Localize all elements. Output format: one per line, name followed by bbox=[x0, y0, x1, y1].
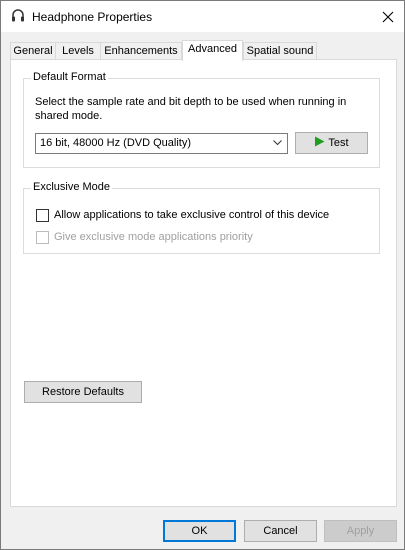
allow-exclusive-control-checkbox[interactable] bbox=[36, 209, 49, 222]
allow-exclusive-control-label[interactable]: Allow applications to take exclusive con… bbox=[54, 208, 329, 222]
default-format-label: Default Format bbox=[31, 71, 108, 83]
tab-spatial-sound[interactable]: Spatial sound bbox=[243, 42, 317, 60]
advanced-tab-panel: Default Format Select the sample rate an… bbox=[10, 59, 397, 507]
chevron-down-icon bbox=[273, 140, 282, 146]
restore-defaults-button[interactable]: Restore Defaults bbox=[24, 381, 142, 403]
default-format-group: Default Format Select the sample rate an… bbox=[23, 71, 380, 168]
apply-button[interactable]: Apply bbox=[324, 520, 397, 542]
cancel-button[interactable]: Cancel bbox=[244, 520, 317, 542]
exclusive-priority-checkbox[interactable] bbox=[36, 231, 49, 244]
headphone-icon bbox=[10, 8, 26, 24]
exclusive-mode-label: Exclusive Mode bbox=[31, 181, 113, 193]
play-icon bbox=[315, 136, 325, 147]
window-title: Headphone Properties bbox=[32, 10, 153, 24]
tab-enhancements[interactable]: Enhancements bbox=[100, 42, 182, 60]
tab-advanced[interactable]: Advanced bbox=[182, 40, 243, 61]
title-bar[interactable]: Headphone Properties bbox=[1, 1, 404, 32]
default-format-value: 16 bit, 48000 Hz (DVD Quality) bbox=[40, 137, 192, 149]
default-format-description: Select the sample rate and bit depth to … bbox=[35, 96, 347, 122]
close-button[interactable] bbox=[372, 1, 404, 32]
test-button[interactable]: Test bbox=[295, 132, 368, 154]
headphone-properties-dialog: Headphone Properties General Levels Enha… bbox=[0, 0, 405, 550]
tab-levels[interactable]: Levels bbox=[55, 42, 101, 60]
exclusive-mode-group: Exclusive Mode Allow applications to tak… bbox=[23, 181, 380, 254]
ok-button[interactable]: OK bbox=[163, 520, 236, 542]
tab-general[interactable]: General bbox=[10, 42, 56, 60]
close-icon bbox=[382, 11, 394, 22]
default-format-select[interactable]: 16 bit, 48000 Hz (DVD Quality) bbox=[35, 133, 288, 154]
test-button-label: Test bbox=[328, 137, 349, 149]
exclusive-priority-label[interactable]: Give exclusive mode applications priorit… bbox=[54, 230, 253, 244]
